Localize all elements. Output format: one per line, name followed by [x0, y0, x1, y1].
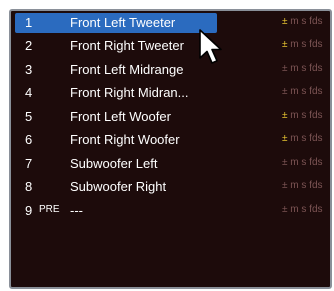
polarity-indicator[interactable]: ±: [282, 110, 288, 121]
channel-number: 3: [25, 62, 33, 77]
channel-name: Subwoofer Right: [70, 179, 167, 194]
channel-row-5[interactable]: 5 Front Left Woofer ± m s fds: [11, 105, 330, 128]
polarity-indicator[interactable]: ±: [282, 39, 288, 50]
channel-flags: ± m s fds: [282, 86, 323, 97]
channel-flags: ± m s fds: [282, 39, 323, 50]
channel-flags: ± m s fds: [282, 63, 323, 74]
polarity-indicator[interactable]: ±: [282, 180, 288, 191]
channel-name: Front Left Midrange: [70, 62, 184, 77]
channel-flags: ± m s fds: [282, 180, 323, 191]
polarity-indicator[interactable]: ±: [282, 204, 288, 215]
channel-row-4[interactable]: 4 Front Right Midran... ± m s fds: [11, 81, 330, 104]
channel-list-panel: 1 Front Left Tweeter ± m s fds 2 Front R…: [9, 9, 332, 289]
channel-row-3[interactable]: 3 Front Left Midrange ± m s fds: [11, 58, 330, 81]
channel-name: ---: [70, 203, 83, 218]
channel-flags: ± m s fds: [282, 16, 323, 27]
mouse-pointer-icon: [199, 29, 222, 64]
mute-solo-flags[interactable]: m s fds: [290, 157, 322, 168]
mute-solo-flags[interactable]: m s fds: [290, 180, 322, 191]
channel-name: Subwoofer Left: [70, 156, 158, 171]
polarity-indicator[interactable]: ±: [282, 16, 288, 27]
mute-solo-flags[interactable]: m s fds: [290, 86, 322, 97]
channel-name: Front Right Woofer: [70, 132, 180, 147]
channel-number: 8: [25, 179, 33, 194]
mute-solo-flags[interactable]: m s fds: [290, 110, 322, 121]
channel-number: 2: [25, 38, 33, 53]
channel-tag: PRE: [39, 204, 60, 215]
channel-number: 7: [25, 156, 33, 171]
channel-flags: ± m s fds: [282, 133, 323, 144]
mute-solo-flags[interactable]: m s fds: [290, 16, 322, 27]
mute-solo-flags[interactable]: m s fds: [290, 63, 322, 74]
channel-row-9[interactable]: 9 PRE --- ± m s fds: [11, 199, 330, 222]
channel-flags: ± m s fds: [282, 204, 323, 215]
channel-row-2[interactable]: 2 Front Right Tweeter ± m s fds: [11, 34, 330, 57]
channel-number: 5: [25, 109, 33, 124]
polarity-indicator[interactable]: ±: [282, 133, 288, 144]
channel-name: Front Right Tweeter: [70, 38, 184, 53]
channel-name: Front Left Tweeter: [70, 15, 176, 30]
channel-row-7[interactable]: 7 Subwoofer Left ± m s fds: [11, 152, 330, 175]
mute-solo-flags[interactable]: m s fds: [290, 39, 322, 50]
channel-row-8[interactable]: 8 Subwoofer Right ± m s fds: [11, 175, 330, 198]
channel-number: 9: [25, 203, 33, 218]
channel-number: 1: [25, 15, 33, 30]
channel-flags: ± m s fds: [282, 157, 323, 168]
channel-number: 6: [25, 132, 33, 147]
channel-name: Front Left Woofer: [70, 109, 171, 124]
channel-number: 4: [25, 85, 33, 100]
channel-row-1[interactable]: 1 Front Left Tweeter ± m s fds: [11, 11, 330, 34]
polarity-indicator[interactable]: ±: [282, 86, 288, 97]
polarity-indicator[interactable]: ±: [282, 157, 288, 168]
polarity-indicator[interactable]: ±: [282, 63, 288, 74]
channel-flags: ± m s fds: [282, 110, 323, 121]
mute-solo-flags[interactable]: m s fds: [290, 133, 322, 144]
channel-row-6[interactable]: 6 Front Right Woofer ± m s fds: [11, 128, 330, 151]
mute-solo-flags[interactable]: m s fds: [290, 204, 322, 215]
channel-name: Front Right Midran...: [70, 85, 189, 100]
